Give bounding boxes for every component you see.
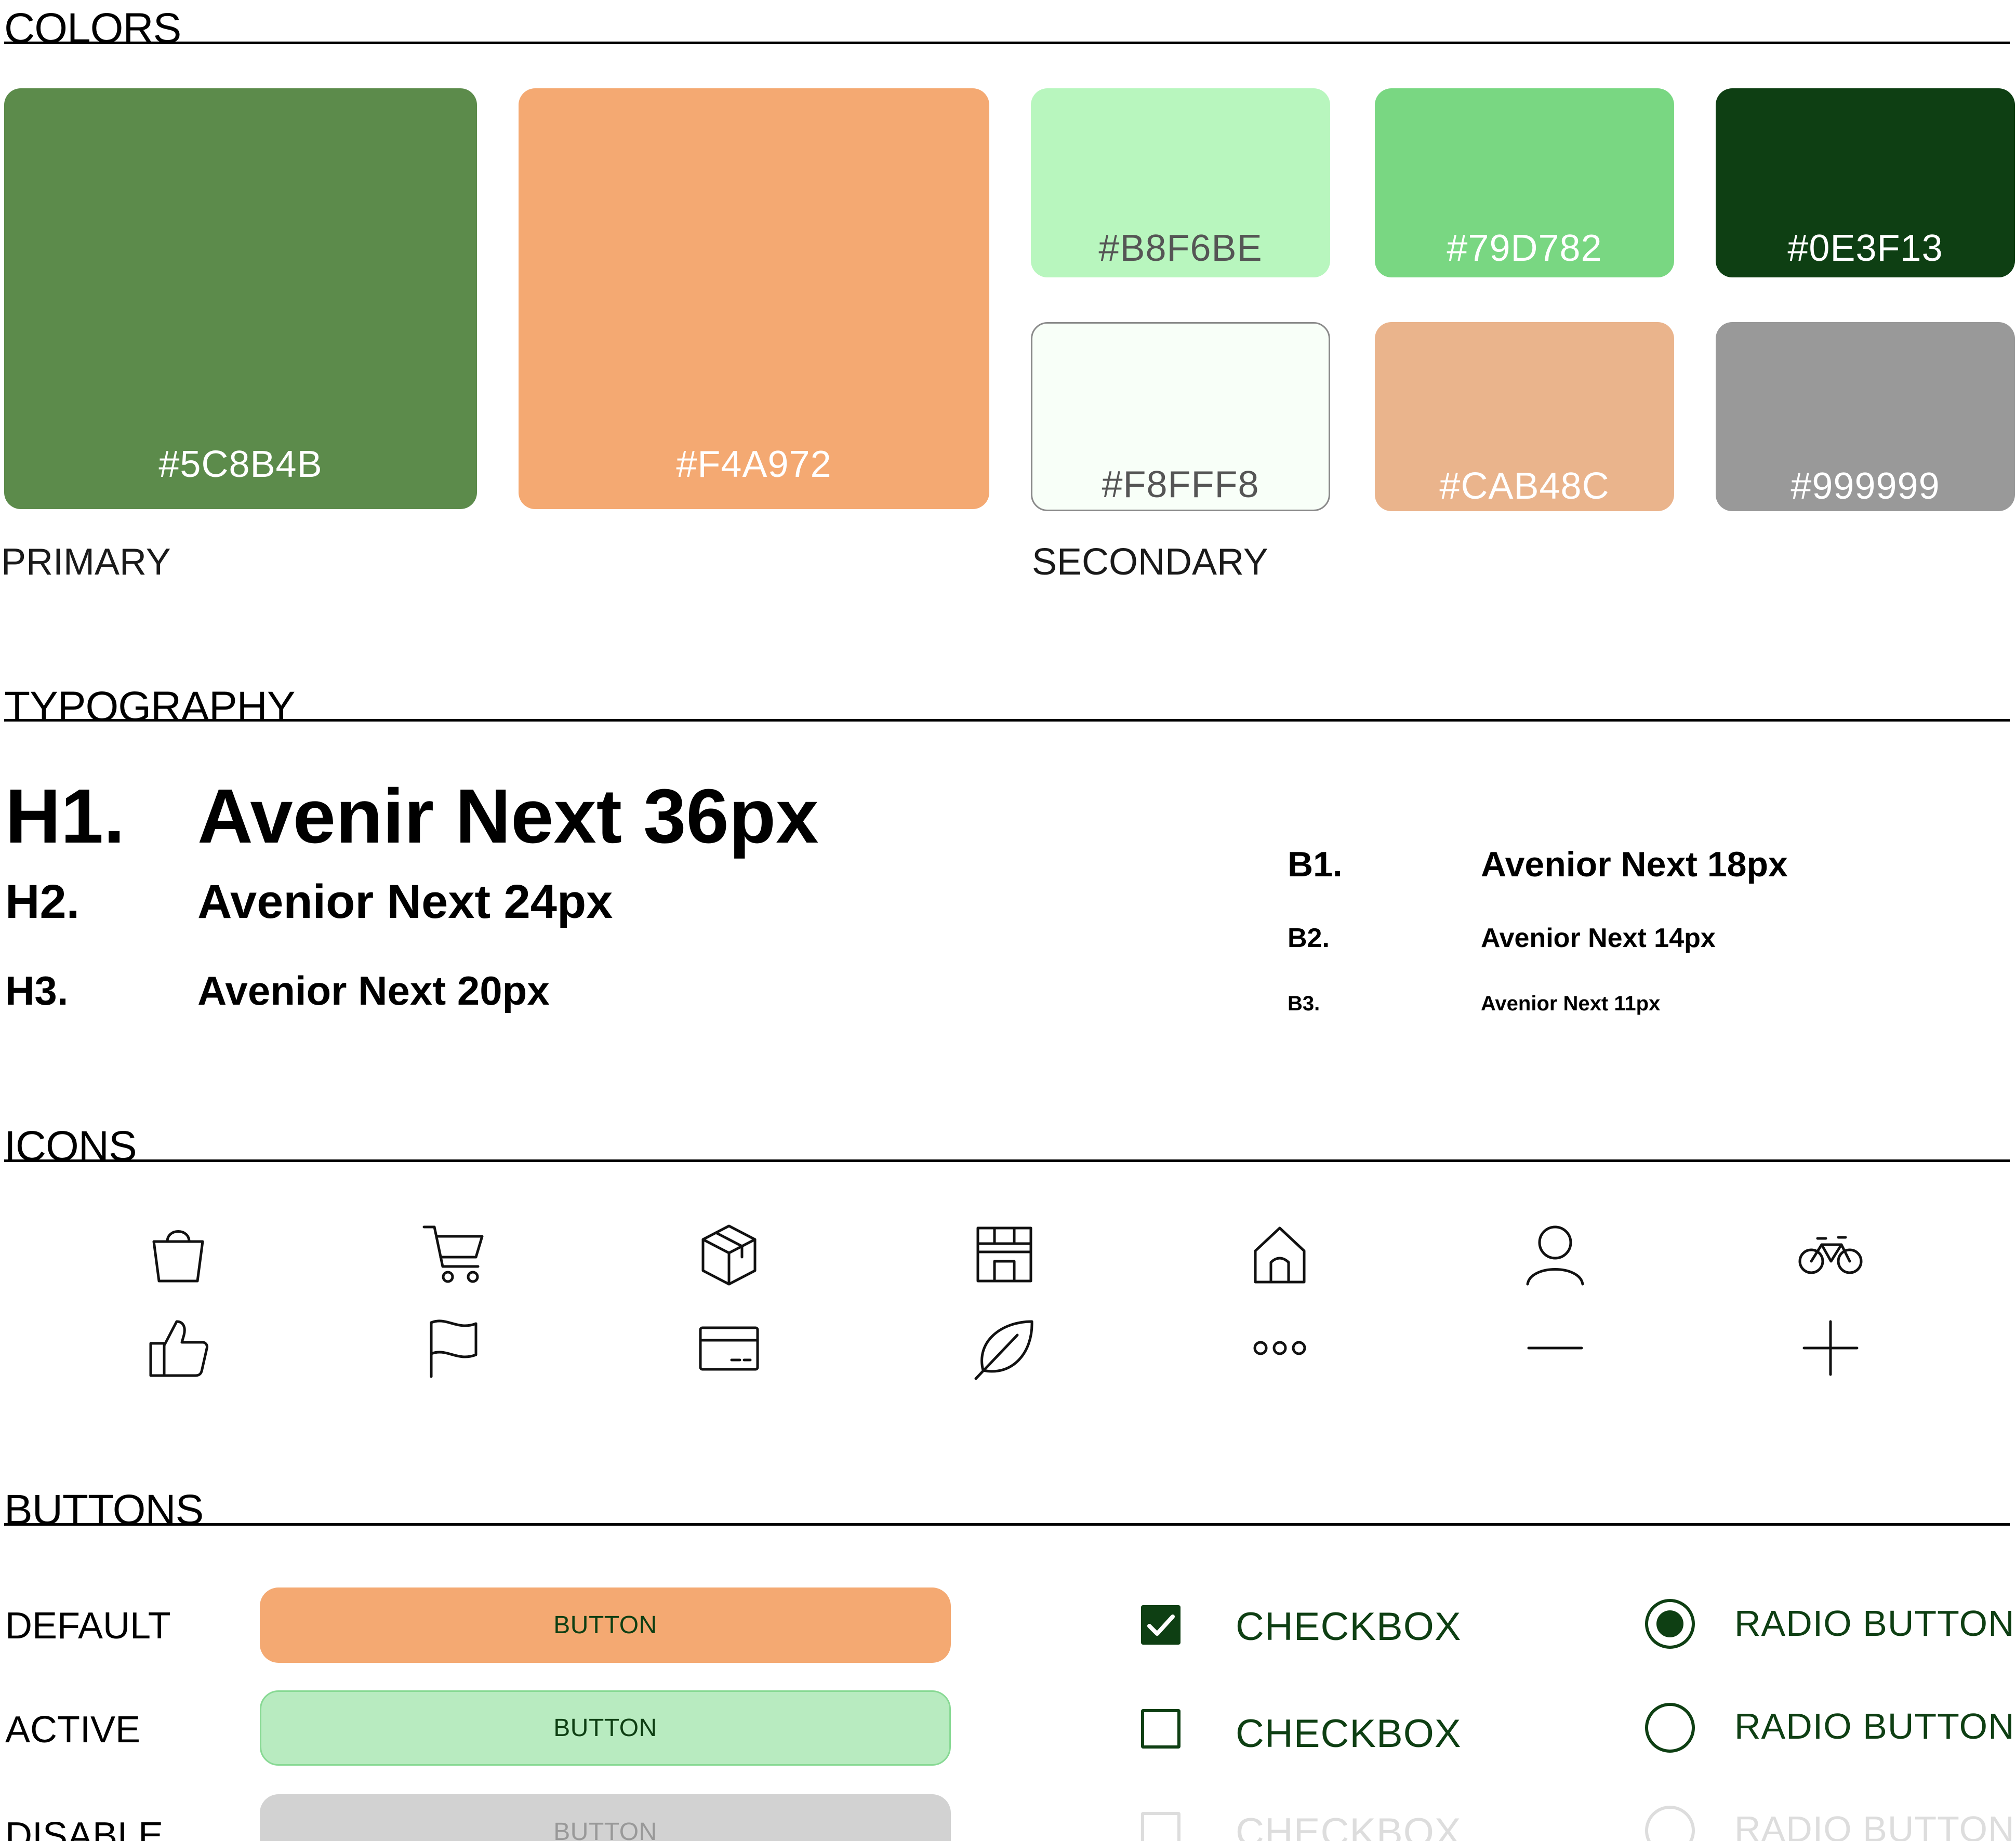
buttons-divider <box>4 1523 2010 1526</box>
shopping-bag-icon[interactable] <box>144 1221 212 1288</box>
home-icon[interactable] <box>1246 1221 1314 1288</box>
radio-label: RADIO BUTTON <box>1734 1809 2015 1841</box>
thumbs-up-icon[interactable] <box>144 1314 212 1382</box>
swatch-hex: #79D782 <box>1447 228 1602 269</box>
secondary-swatch-off-white[interactable]: #F8FFF8 <box>1031 322 1330 511</box>
active-button[interactable]: BUTTON <box>260 1690 951 1766</box>
secondary-swatch-light-green[interactable]: #B8F6BE <box>1031 88 1330 277</box>
swatch-hex: #B8F6BE <box>1098 228 1263 269</box>
radio-dot <box>1656 1610 1683 1637</box>
shopping-cart-icon[interactable] <box>420 1221 487 1288</box>
b2-tag: B2. <box>1288 923 1330 953</box>
swatch-hex: #CAB48C <box>1439 465 1610 507</box>
secondary-swatch-mid-green[interactable]: #79D782 <box>1375 88 1674 277</box>
disabled-button[interactable]: BUTTON <box>260 1794 951 1841</box>
b3-sample: Avenior Next 11px <box>1481 992 1661 1015</box>
b2-sample: Avenior Next 14px <box>1481 923 1716 953</box>
active-row-label: ACTIVE <box>5 1709 141 1751</box>
checkbox-unchecked[interactable] <box>1141 1709 1181 1749</box>
h3-tag: H3. <box>5 968 69 1013</box>
checkbox-label: CHECKBOX <box>1236 1712 1462 1756</box>
disable-row-label: DISABLE <box>5 1815 164 1841</box>
secondary-swatch-dark-green[interactable]: #0E3F13 <box>1716 88 2015 277</box>
flag-icon[interactable] <box>420 1314 487 1382</box>
primary-label: PRIMARY <box>1 541 171 583</box>
b1-tag: B1. <box>1288 845 1343 884</box>
leaf-icon[interactable] <box>971 1314 1038 1382</box>
storefront-icon[interactable] <box>971 1221 1038 1288</box>
checkbox-checked[interactable] <box>1141 1605 1181 1645</box>
checkmark-icon <box>1147 1615 1175 1636</box>
secondary-label: SECONDARY <box>1032 541 1268 583</box>
secondary-swatch-gray[interactable]: #999999 <box>1716 322 2015 511</box>
b1-sample: Avenior Next 18px <box>1481 845 1788 884</box>
swatch-hex: #F8FFF8 <box>1102 464 1259 505</box>
credit-card-icon[interactable] <box>695 1314 763 1382</box>
more-dots-icon[interactable] <box>1246 1314 1314 1382</box>
radio-selected[interactable] <box>1645 1599 1695 1649</box>
h1-sample: Avenir Next 36px <box>197 773 819 859</box>
swatch-hex: #0E3F13 <box>1787 228 1943 269</box>
package-box-icon[interactable] <box>695 1221 763 1288</box>
checkbox-label: CHECKBOX <box>1236 1605 1462 1649</box>
default-button[interactable]: BUTTON <box>260 1587 951 1663</box>
secondary-swatch-tan[interactable]: #CAB48C <box>1375 322 1674 511</box>
user-icon[interactable] <box>1521 1221 1589 1288</box>
radio-label: RADIO BUTTON <box>1734 1706 2015 1746</box>
checkbox-disabled[interactable] <box>1141 1812 1181 1841</box>
b3-tag: B3. <box>1288 992 1320 1015</box>
swatch-hex: #F4A972 <box>676 444 832 485</box>
typography-divider <box>4 719 2010 722</box>
h2-sample: Avenior Next 24px <box>197 875 613 928</box>
plus-icon[interactable] <box>1797 1314 1864 1382</box>
icons-divider <box>4 1159 2010 1162</box>
h2-tag: H2. <box>5 875 80 928</box>
bicycle-icon[interactable] <box>1797 1221 1864 1288</box>
default-row-label: DEFAULT <box>5 1605 171 1647</box>
radio-label: RADIO BUTTON <box>1734 1603 2015 1644</box>
typography-section-title: TYPOGRAPHY <box>4 683 296 730</box>
checkbox-label: CHECKBOX <box>1236 1810 1462 1841</box>
radio-disabled[interactable] <box>1645 1806 1695 1841</box>
radio-unselected[interactable] <box>1645 1703 1695 1753</box>
h1-tag: H1. <box>5 773 125 859</box>
primary-swatch-green[interactable]: #5C8B4B <box>4 88 477 509</box>
swatch-hex: #5C8B4B <box>158 444 323 485</box>
primary-swatch-orange[interactable]: #F4A972 <box>519 88 989 509</box>
minus-icon[interactable] <box>1521 1314 1589 1382</box>
h3-sample: Avenior Next 20px <box>197 968 550 1013</box>
colors-divider <box>4 42 2010 44</box>
swatch-hex: #999999 <box>1790 465 1940 507</box>
